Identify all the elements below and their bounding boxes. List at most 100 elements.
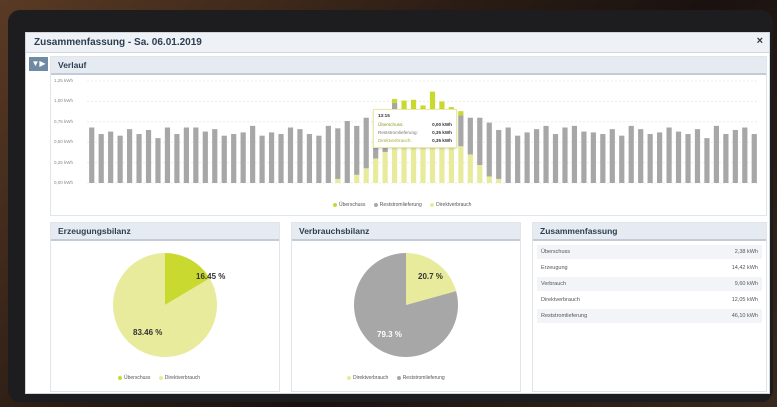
bar-reststromlieferung[interactable] bbox=[193, 127, 199, 183]
bar-reststromlieferung[interactable] bbox=[344, 120, 350, 183]
bar-reststromlieferung[interactable] bbox=[496, 129, 502, 179]
summary-dialog: Zusammenfassung - Sa. 06.01.2019 × ▼▶ Ve… bbox=[25, 32, 770, 394]
bar-reststromlieferung[interactable] bbox=[297, 129, 303, 183]
bar-reststromlieferung[interactable] bbox=[732, 129, 738, 183]
bar-ueberschuss[interactable] bbox=[392, 98, 398, 104]
bar-reststromlieferung[interactable] bbox=[268, 132, 275, 183]
bar-reststromlieferung[interactable] bbox=[713, 125, 720, 183]
summary-panel: Zusammenfassung Überschuss 2,38 kWh Erzeu… bbox=[532, 222, 767, 392]
summary-label: Reststromlieferung bbox=[541, 313, 588, 319]
bar-reststromlieferung[interactable] bbox=[316, 135, 322, 183]
bar-reststromlieferung[interactable] bbox=[628, 125, 634, 183]
tooltip-row: Direktverbrauch: 0,35 kWh bbox=[378, 138, 452, 143]
bar-reststromlieferung[interactable] bbox=[477, 117, 483, 166]
bar-reststromlieferung[interactable] bbox=[136, 134, 142, 183]
dialog-titlebar: Zusammenfassung - Sa. 06.01.2019 × bbox=[26, 33, 769, 53]
tooltip-value: 0,00 kWh bbox=[432, 122, 452, 127]
bar-reststromlieferung[interactable] bbox=[600, 134, 606, 183]
bar-reststromlieferung[interactable] bbox=[704, 138, 710, 183]
tooltip-label: Überschuss: bbox=[378, 122, 404, 127]
bar-reststromlieferung[interactable] bbox=[287, 127, 294, 183]
close-button[interactable]: × bbox=[757, 35, 763, 47]
legend-label-direkt: Direktverbrauch bbox=[436, 202, 472, 208]
bar-reststromlieferung[interactable] bbox=[657, 132, 663, 183]
legend-dot bbox=[118, 375, 122, 380]
legend-dot-direkt bbox=[430, 202, 435, 207]
erzeugung-pie bbox=[113, 253, 218, 357]
summary-title: Zusammenfassung bbox=[540, 226, 618, 236]
bar-reststromlieferung[interactable] bbox=[354, 125, 360, 175]
summary-row: Direktverbrauch 12,05 kWh bbox=[537, 293, 762, 307]
bar-direktverbrauch[interactable] bbox=[363, 168, 369, 183]
bar-direktverbrauch[interactable] bbox=[354, 174, 360, 183]
verbrauch-panel: Verbrauchsbilanz 20.7 % 79.3 % Direktver… bbox=[291, 222, 521, 392]
bar-ueberschuss[interactable] bbox=[458, 111, 464, 116]
bar-reststromlieferung[interactable] bbox=[117, 135, 123, 183]
bar-reststromlieferung[interactable] bbox=[562, 127, 568, 183]
bar-reststromlieferung[interactable] bbox=[126, 129, 133, 183]
dialog-title: Zusammenfassung - Sa. 06.01.2019 bbox=[34, 37, 202, 48]
bar-reststromlieferung[interactable] bbox=[638, 129, 644, 183]
verbrauch-legend: Direktverbrauch Reststromlieferung bbox=[340, 375, 445, 381]
bar-reststromlieferung[interactable] bbox=[694, 129, 701, 183]
bar-reststromlieferung[interactable] bbox=[164, 127, 171, 183]
bar-reststromlieferung[interactable] bbox=[552, 134, 559, 183]
erzeugung-legend: Überschuss Direktverbrauch bbox=[111, 375, 200, 381]
bar-direktverbrauch[interactable] bbox=[382, 151, 388, 183]
bar-reststromlieferung[interactable] bbox=[221, 135, 227, 183]
bar-reststromlieferung[interactable] bbox=[723, 134, 729, 183]
bar-direktverbrauch[interactable] bbox=[496, 178, 502, 183]
bar-reststromlieferung[interactable] bbox=[259, 135, 265, 183]
bar-reststromlieferung[interactable] bbox=[609, 129, 615, 183]
bar-reststromlieferung[interactable] bbox=[89, 127, 95, 183]
legend-label: Überschuss bbox=[124, 375, 151, 381]
bar-reststromlieferung[interactable] bbox=[543, 125, 549, 183]
bar-reststromlieferung[interactable] bbox=[458, 115, 464, 147]
bar-reststromlieferung[interactable] bbox=[571, 125, 578, 183]
bar-reststromlieferung[interactable] bbox=[666, 127, 672, 183]
bar-reststromlieferung[interactable] bbox=[202, 131, 208, 183]
bar-reststromlieferung[interactable] bbox=[486, 122, 492, 177]
bar-reststromlieferung[interactable] bbox=[742, 127, 748, 183]
bar-reststromlieferung[interactable] bbox=[524, 132, 530, 183]
bar-reststromlieferung[interactable] bbox=[231, 134, 237, 183]
bar-direktverbrauch[interactable] bbox=[373, 158, 379, 183]
bar-reststromlieferung[interactable] bbox=[174, 134, 180, 183]
legend-dot bbox=[347, 375, 351, 380]
bar-reststromlieferung[interactable] bbox=[685, 134, 691, 183]
bar-reststromlieferung[interactable] bbox=[278, 134, 284, 183]
bar-reststromlieferung[interactable] bbox=[590, 132, 596, 183]
bar-reststromlieferung[interactable] bbox=[98, 134, 104, 183]
bar-reststromlieferung[interactable] bbox=[363, 117, 369, 169]
tooltip-label: Reststromlieferung: bbox=[378, 130, 418, 135]
bar-reststromlieferung[interactable] bbox=[240, 132, 246, 183]
bar-reststromlieferung[interactable] bbox=[183, 127, 189, 183]
bar-reststromlieferung[interactable] bbox=[581, 131, 587, 183]
bar-direktverbrauch[interactable] bbox=[467, 154, 473, 183]
bar-reststromlieferung[interactable] bbox=[335, 128, 341, 179]
bar-reststromlieferung[interactable] bbox=[619, 135, 625, 183]
bar-reststromlieferung[interactable] bbox=[155, 138, 161, 183]
pie-label: 20.7 % bbox=[418, 272, 443, 281]
bar-reststromlieferung[interactable] bbox=[250, 125, 256, 183]
bar-reststromlieferung[interactable] bbox=[108, 131, 114, 183]
bar-reststromlieferung[interactable] bbox=[145, 129, 152, 183]
bar-direktverbrauch[interactable] bbox=[458, 146, 464, 183]
filter-toggle-button[interactable]: ▼▶ bbox=[29, 57, 48, 71]
legend-label: Reststromlieferung bbox=[402, 375, 445, 381]
bar-reststromlieferung[interactable] bbox=[306, 134, 313, 183]
bar-reststromlieferung[interactable] bbox=[515, 135, 521, 183]
bar-reststromlieferung[interactable] bbox=[325, 125, 331, 183]
bar-reststromlieferung[interactable] bbox=[533, 129, 540, 183]
bar-direktverbrauch[interactable] bbox=[335, 178, 341, 183]
bar-reststromlieferung[interactable] bbox=[212, 129, 218, 183]
bar-reststromlieferung[interactable] bbox=[467, 117, 473, 155]
summary-row: Verbrauch 9,60 kWh bbox=[537, 277, 762, 291]
bar-reststromlieferung[interactable] bbox=[647, 134, 653, 183]
bar-reststromlieferung[interactable] bbox=[505, 127, 511, 183]
legend-label: Direktverbrauch bbox=[164, 375, 201, 381]
bar-reststromlieferung[interactable] bbox=[751, 134, 757, 183]
bar-reststromlieferung[interactable] bbox=[675, 131, 682, 183]
bar-direktverbrauch[interactable] bbox=[477, 165, 483, 183]
bar-direktverbrauch[interactable] bbox=[486, 176, 492, 183]
